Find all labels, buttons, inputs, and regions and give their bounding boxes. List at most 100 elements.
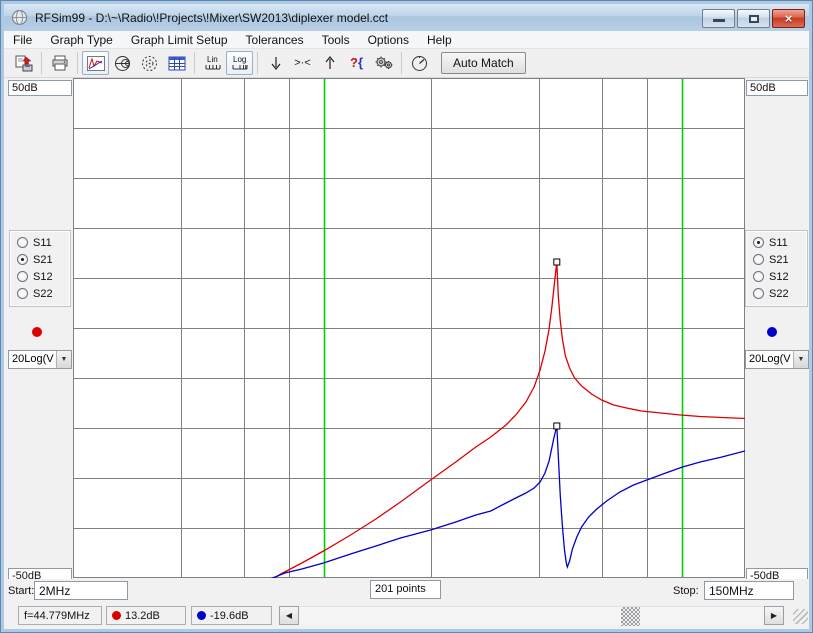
right-format-value: 20Log(V (746, 351, 793, 368)
polar-chart-icon (141, 55, 158, 72)
red-trace-value: 13.2dB (125, 610, 160, 622)
menu-graph-limit-setup[interactable]: Graph Limit Setup (122, 32, 237, 48)
shift-down-button[interactable] (262, 51, 289, 75)
cursor-scrollbar-thumb[interactable] (621, 607, 640, 626)
right-sparam-group: S11 S21 S12 S22 (745, 230, 808, 307)
query-insert-button[interactable]: ?{ (343, 51, 370, 75)
radio-label: S21 (33, 254, 53, 266)
window-title: RFSim99 - D:\~\Radio\!Projects\!Mixer\SW… (35, 11, 388, 25)
title-bar[interactable]: RFSim99 - D:\~\Radio\!Projects\!Mixer\SW… (4, 4, 809, 31)
start-label: Start: (8, 585, 34, 597)
toolbar-separator (194, 52, 195, 74)
right-top-scale-field[interactable]: 50dB (746, 80, 808, 96)
save-button[interactable] (10, 51, 37, 75)
client-area: 50dB S11S21S12S22 20Log(V ▼ -50dB 50dB S… (4, 78, 809, 629)
blue-dot-icon (197, 611, 206, 620)
status-bar: f=44.779MHz 13.2dB -19.6dB ◀ ▶ (4, 603, 809, 629)
menu-options[interactable]: Options (359, 32, 418, 48)
radio-label: S21 (769, 254, 789, 266)
radio-label: S11 (769, 237, 788, 249)
polar-chart-button[interactable] (136, 51, 163, 75)
log-scale-icon: Log (231, 54, 249, 72)
radio-button-icon (753, 271, 764, 282)
radio-label: S22 (33, 288, 53, 300)
app-window: RFSim99 - D:\~\Radio\!Projects\!Mixer\SW… (0, 0, 813, 633)
radio-s11[interactable]: S11 (746, 234, 807, 251)
svg-text:Lin: Lin (207, 55, 218, 64)
left-trace-color-dot (32, 327, 42, 337)
blue-trace-readout-cell: -19.6dB (191, 606, 272, 625)
restore-icon (749, 15, 759, 23)
table-button[interactable] (163, 51, 190, 75)
radio-button-icon (753, 254, 764, 265)
start-frequency-input[interactable]: 2MHz (34, 581, 128, 600)
smith-chart-button[interactable] (109, 51, 136, 75)
print-button[interactable] (46, 51, 73, 75)
radio-button-icon (17, 237, 28, 248)
toolbar-separator (401, 52, 402, 74)
gears-icon (374, 55, 394, 71)
log-scale-button[interactable]: Log (226, 51, 253, 75)
left-format-value: 20Log(V (9, 351, 56, 368)
shift-up-button[interactable] (316, 51, 343, 75)
range-row: Start: 2MHz 201 points Stop: 150MHz (4, 579, 809, 603)
scrollbar-left-arrow[interactable]: ◀ (279, 606, 299, 625)
scrollbar-right-arrow[interactable]: ▶ (764, 606, 784, 625)
radio-s21[interactable]: S21 (10, 251, 70, 268)
cursor-frequency-cell: f=44.779MHz (18, 606, 102, 625)
blue-trace-value: -19.6dB (210, 610, 249, 622)
toolbar-separator (77, 52, 78, 74)
points-field[interactable]: 201 points (370, 580, 441, 599)
rect-graph-button[interactable] (82, 51, 109, 75)
chart-svg (73, 78, 745, 578)
radio-label: S12 (33, 271, 53, 283)
radio-s22[interactable]: S22 (10, 285, 70, 302)
menu-graph-type[interactable]: Graph Type (41, 32, 121, 48)
save-icon (15, 55, 33, 72)
radio-s22[interactable]: S22 (746, 285, 807, 302)
zoom-fit-button[interactable]: >·< (289, 51, 316, 75)
auto-match-button[interactable]: Auto Match (441, 52, 526, 74)
menu-help[interactable]: Help (418, 32, 461, 48)
cursor-frequency-value: f=44.779MHz (24, 610, 90, 622)
linear-scale-button[interactable]: Lin (199, 51, 226, 75)
radio-s21[interactable]: S21 (746, 251, 807, 268)
right-format-combo[interactable]: 20Log(V ▼ (745, 350, 809, 369)
stop-frequency-input[interactable]: 150MHz (704, 581, 794, 600)
resize-grip[interactable] (793, 609, 808, 624)
zoom-fit-icon: >·< (294, 58, 311, 68)
menu-file[interactable]: File (4, 32, 41, 48)
settings-button[interactable] (370, 51, 397, 75)
radio-s11[interactable]: S11 (10, 234, 70, 251)
right-trace-color-dot (767, 327, 777, 337)
graph-area[interactable] (73, 78, 745, 578)
table-icon (168, 56, 186, 71)
menu-bar: FileGraph TypeGraph Limit SetupTolerance… (4, 31, 809, 49)
menu-tools[interactable]: Tools (313, 32, 359, 48)
radio-label: S22 (769, 288, 789, 300)
dial-icon (411, 55, 428, 72)
stop-label: Stop: (673, 585, 699, 597)
chevron-down-icon[interactable]: ▼ (793, 351, 808, 368)
radio-label: S12 (769, 271, 789, 283)
close-icon: × (773, 10, 804, 27)
radio-s12[interactable]: S12 (10, 268, 70, 285)
red-trace-readout-cell: 13.2dB (106, 606, 186, 625)
radio-s12[interactable]: S12 (746, 268, 807, 285)
chevron-down-icon[interactable]: ▼ (56, 351, 71, 368)
restore-button[interactable] (737, 9, 770, 28)
minimize-button[interactable] (702, 9, 735, 28)
menu-tolerances[interactable]: Tolerances (237, 32, 313, 48)
left-format-combo[interactable]: 20Log(V ▼ (8, 350, 72, 369)
left-top-scale-field[interactable]: 50dB (8, 80, 72, 96)
minimize-icon (713, 19, 725, 22)
query-insert-icon: ?{ (350, 58, 363, 68)
print-icon (51, 55, 69, 71)
cursor-scrollbar-track[interactable] (299, 606, 764, 625)
left-sparam-group: S11 S21 S12 S22 (9, 230, 71, 307)
tune-button[interactable] (406, 51, 433, 75)
close-button[interactable]: × (772, 9, 805, 28)
red-dot-icon (112, 611, 121, 620)
radio-label: S11 (33, 237, 52, 249)
toolbar: Lin Log >·< ?{ (4, 49, 809, 78)
